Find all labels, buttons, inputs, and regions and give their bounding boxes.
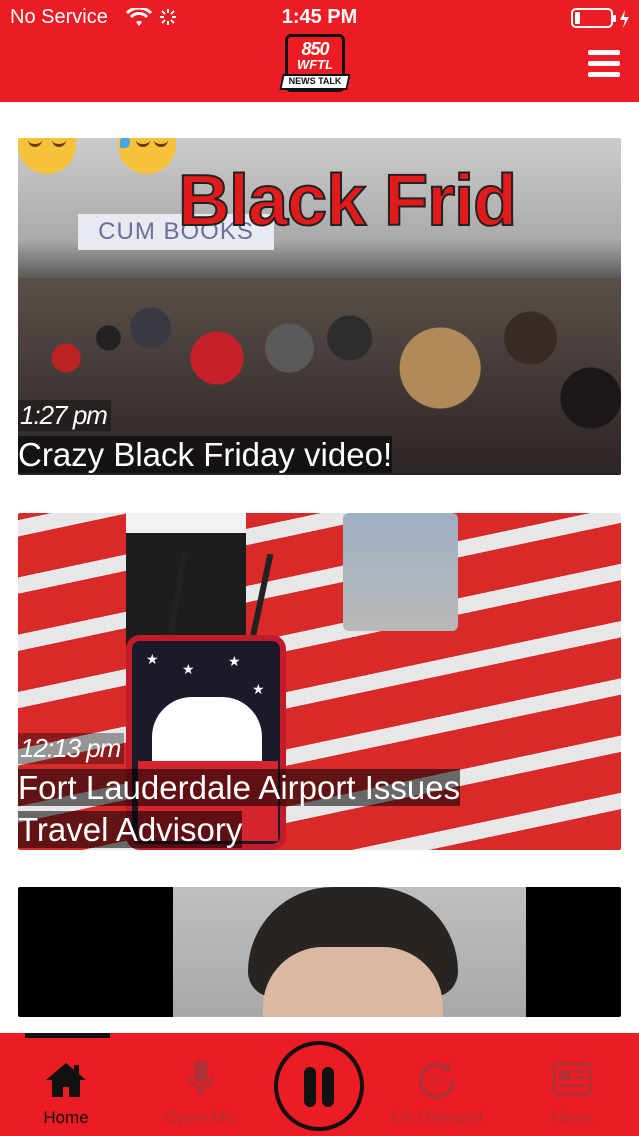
image-overlay-text: Black Frid <box>177 160 518 242</box>
tab-label: Open Mic <box>164 1108 238 1127</box>
24-hour-icon: 24 <box>419 1062 456 1099</box>
status-time: 1:45 PM <box>281 6 358 28</box>
tab-label: Home <box>43 1108 89 1127</box>
card-title: Crazy Black Friday video! <box>18 434 393 475</box>
app-header: No Service 1:45 PM 850 WFTL NEWS TALK <box>0 0 639 102</box>
news-card[interactable]: ★ ★ ★ ★ 12:13 pm Fort Lauderdale Airport… <box>18 513 621 850</box>
tab-label: News <box>550 1108 594 1127</box>
card-timestamp: 1:27 pm <box>18 400 111 431</box>
news-card[interactable]: CUM BOOKS Black Frid 1:27 pm Crazy Black… <box>18 138 621 475</box>
news-card[interactable] <box>18 887 621 1017</box>
tab-label: On Demand <box>391 1108 483 1127</box>
laughing-emoji-icon <box>18 138 76 174</box>
luggage-image <box>343 513 458 631</box>
pause-button[interactable] <box>274 1041 364 1131</box>
card-title: Fort Lauderdale Airport Issues Travel Ad… <box>18 767 558 850</box>
card-image <box>173 887 526 1017</box>
svg-text:24: 24 <box>430 1073 444 1088</box>
pause-icon <box>304 1067 316 1107</box>
hamburger-menu-icon[interactable] <box>588 50 620 78</box>
card-title-text: Crazy Black Friday video! <box>18 436 393 473</box>
newspaper-icon <box>552 1062 592 1096</box>
face-shape <box>263 947 443 1017</box>
microphone-icon <box>187 1060 215 1096</box>
logo-call-sign: WFTL <box>296 57 334 72</box>
card-title-text: Fort Lauderdale Airport Issues Travel Ad… <box>18 769 461 848</box>
pause-icon <box>322 1067 334 1107</box>
card-timestamp: 12:13 pm <box>18 733 125 764</box>
active-tab-indicator <box>25 1033 110 1038</box>
logo-tagline: NEWS TALK <box>288 76 342 86</box>
crying-laughing-emoji-icon <box>118 138 176 174</box>
home-icon <box>46 1063 86 1097</box>
battery-charging-icon <box>571 8 629 28</box>
station-logo[interactable]: 850 WFTL NEWS TALK <box>279 34 351 94</box>
